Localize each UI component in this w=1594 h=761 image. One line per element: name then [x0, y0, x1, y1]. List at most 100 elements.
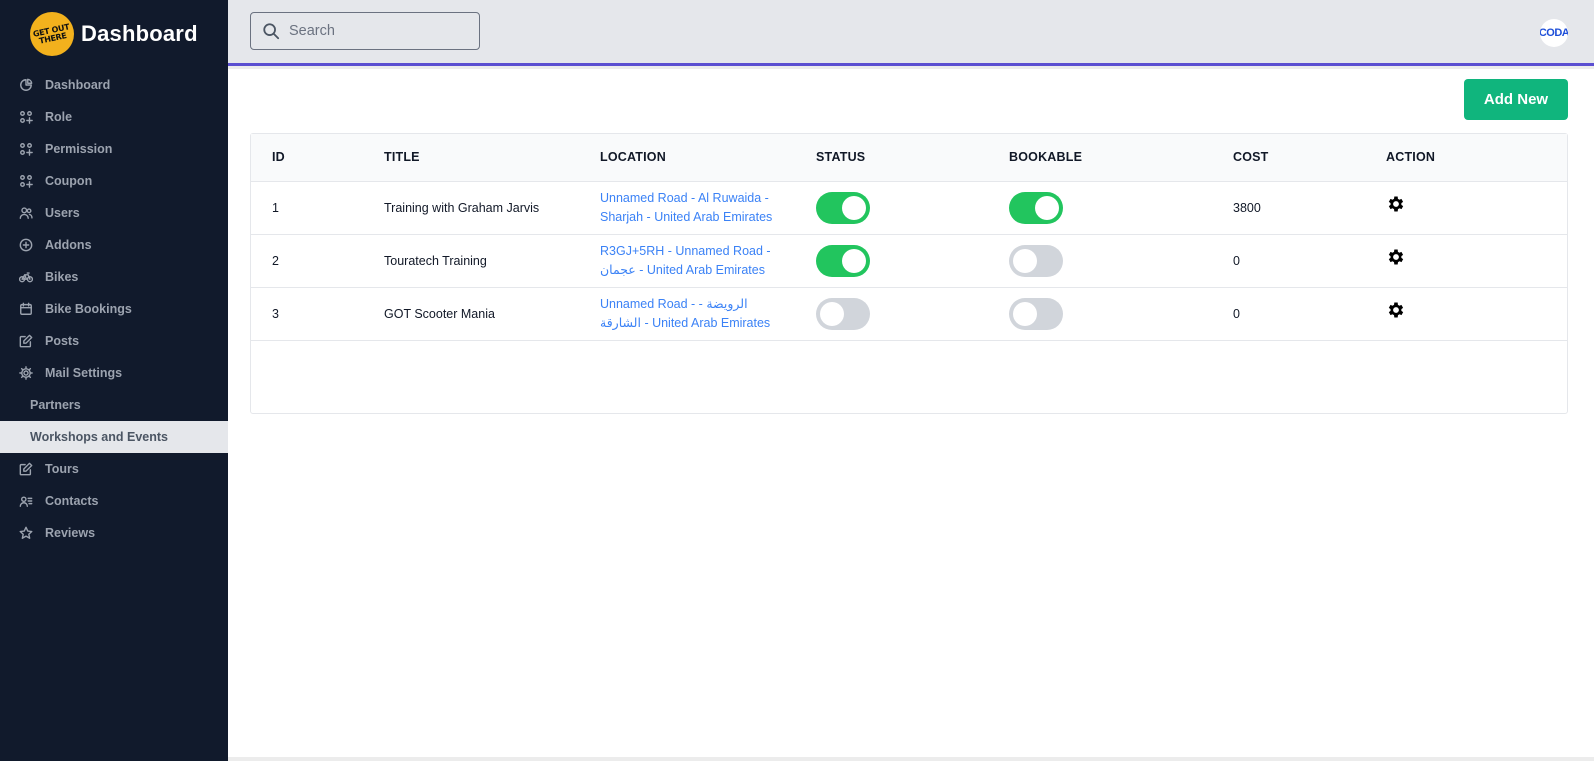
cell-title: GOT Scooter Mania: [384, 287, 600, 341]
cell-id: 1: [251, 181, 384, 235]
sidebar-item-mail-settings[interactable]: Mail Settings: [0, 357, 228, 389]
settings-gear-icon[interactable]: [1386, 194, 1406, 214]
table-row: 2 Touratech Training R3GJ+5RH - Unnamed …: [251, 234, 1567, 288]
cell-status: [816, 234, 1009, 288]
sidebar-item-label: Partners: [30, 398, 81, 412]
location-link[interactable]: R3GJ+5RH - Unnamed Road - عجمان - United …: [600, 244, 771, 277]
column-header-bookable: BOOKABLE: [1009, 134, 1233, 182]
sidebar-item-workshops-and-events[interactable]: Workshops and Events: [0, 421, 228, 453]
pie-chart-icon: [19, 78, 33, 92]
cell-location: Unnamed Road - Al Ruwaida - Sharjah - Uni…: [600, 181, 816, 235]
sidebar-item-role[interactable]: Role: [0, 101, 228, 133]
sidebar-item-label: Bikes: [45, 270, 79, 284]
status-toggle[interactable]: [816, 297, 870, 330]
sidebar-item-label: Posts: [45, 334, 80, 348]
sidebar-item-bike-bookings[interactable]: Bike Bookings: [0, 293, 228, 325]
cell-action: [1386, 181, 1567, 235]
sidebar-item-label: Mail Settings: [45, 366, 123, 380]
avatar-text: CODA: [1540, 27, 1568, 39]
location-link[interactable]: Unnamed Road - Al Ruwaida - Sharjah - Uni…: [600, 191, 772, 224]
main-content: Add New ID TITLE LOCATION STATUS BOOKABL…: [228, 69, 1594, 757]
location-line-1: Unnamed Road - - الرويضة: [600, 296, 748, 311]
cell-id: 2: [251, 234, 384, 288]
settings-gear-icon[interactable]: [1386, 300, 1406, 320]
top-header: CODA: [228, 0, 1594, 66]
sidebar-item-partners[interactable]: Partners: [0, 389, 228, 421]
brand-logo-text: GET OUT THERE: [32, 21, 71, 45]
bookable-toggle[interactable]: [1009, 297, 1063, 330]
column-header-action: ACTION: [1386, 134, 1567, 182]
location-line-2: الشارقة - United Arab Emirates: [600, 315, 771, 330]
cell-cost: 0: [1233, 234, 1386, 288]
cell-location: R3GJ+5RH - Unnamed Road - عجمان - United …: [600, 234, 816, 288]
events-table-container: ID TITLE LOCATION STATUS BOOKABLE COST A…: [250, 133, 1568, 414]
events-table: ID TITLE LOCATION STATUS BOOKABLE COST A…: [251, 134, 1567, 341]
plus-circle-icon: [19, 238, 33, 252]
cell-cost: 0: [1233, 287, 1386, 341]
search-input[interactable]: [289, 23, 469, 39]
cell-bookable: [1009, 181, 1233, 235]
sidebar: GET OUT THERE Dashboard Dashboard Role P…: [0, 0, 228, 761]
sidebar-item-label: Role: [45, 110, 73, 124]
cell-cost: 3800: [1233, 181, 1386, 235]
grid-plus-icon: [19, 174, 33, 188]
edit-icon: [19, 462, 33, 476]
table-row: 1 Training with Graham Jarvis Unnamed Ro…: [251, 181, 1567, 235]
sidebar-item-dashboard[interactable]: Dashboard: [0, 69, 228, 101]
cell-status: [816, 287, 1009, 341]
avatar[interactable]: CODA: [1540, 19, 1568, 47]
edit-icon: [19, 334, 33, 348]
sidebar-item-contacts[interactable]: Contacts: [0, 485, 228, 517]
column-header-cost: COST: [1233, 134, 1386, 182]
cell-bookable: [1009, 287, 1233, 341]
search-icon: [262, 22, 280, 40]
star-icon: [19, 526, 33, 540]
bottom-strip: [228, 757, 1594, 761]
location-line-1: Unnamed Road - Al Ruwaida -: [600, 190, 769, 205]
brand[interactable]: GET OUT THERE Dashboard: [30, 11, 198, 57]
cell-bookable: [1009, 234, 1233, 288]
column-header-status: STATUS: [816, 134, 1009, 182]
table-row: 3 GOT Scooter Mania Unnamed Road - - الر…: [251, 287, 1567, 341]
sidebar-item-label: Addons: [45, 238, 92, 252]
gear-icon: [19, 366, 33, 380]
cell-title: Touratech Training: [384, 234, 600, 288]
location-line-2: Sharjah - United Arab Emirates: [600, 209, 773, 224]
grid-plus-icon: [19, 142, 33, 156]
table-header-row: ID TITLE LOCATION STATUS BOOKABLE COST A…: [251, 134, 1567, 182]
cell-id: 3: [251, 287, 384, 341]
location-link[interactable]: Unnamed Road - - الرويضة الشارقة - United…: [600, 297, 770, 330]
sidebar-item-users[interactable]: Users: [0, 197, 228, 229]
sidebar-item-label: Dashboard: [45, 78, 111, 92]
bookable-toggle[interactable]: [1009, 191, 1063, 224]
status-toggle[interactable]: [816, 191, 870, 224]
sidebar-item-tours[interactable]: Tours: [0, 453, 228, 485]
sidebar-item-coupon[interactable]: Coupon: [0, 165, 228, 197]
sidebar-item-permission[interactable]: Permission: [0, 133, 228, 165]
search-box[interactable]: [250, 12, 480, 50]
location-line-1: R3GJ+5RH - Unnamed Road -: [600, 243, 771, 258]
column-header-location: LOCATION: [600, 134, 816, 182]
sidebar-item-label: Tours: [45, 462, 79, 476]
column-header-title: TITLE: [384, 134, 600, 182]
brand-logo: GET OUT THERE: [30, 12, 74, 56]
sidebar-item-label: Contacts: [45, 494, 99, 508]
grid-plus-icon: [19, 110, 33, 124]
sidebar-item-reviews[interactable]: Reviews: [0, 517, 228, 549]
sidebar-item-bikes[interactable]: Bikes: [0, 261, 228, 293]
cell-action: [1386, 234, 1567, 288]
settings-gear-icon[interactable]: [1386, 247, 1406, 267]
sidebar-nav: Dashboard Role Permission Coupon Users A…: [0, 69, 228, 549]
cell-status: [816, 181, 1009, 235]
sidebar-item-addons[interactable]: Addons: [0, 229, 228, 261]
sidebar-item-label: Permission: [45, 142, 113, 156]
sidebar-item-label: Workshops and Events: [30, 430, 168, 444]
add-new-button[interactable]: Add New: [1464, 79, 1568, 120]
calendar-icon: [19, 302, 33, 316]
status-toggle[interactable]: [816, 244, 870, 277]
location-line-2: عجمان - United Arab Emirates: [600, 262, 765, 277]
column-header-id: ID: [251, 134, 384, 182]
bookable-toggle[interactable]: [1009, 244, 1063, 277]
sidebar-item-posts[interactable]: Posts: [0, 325, 228, 357]
sidebar-item-label: Bike Bookings: [45, 302, 132, 316]
